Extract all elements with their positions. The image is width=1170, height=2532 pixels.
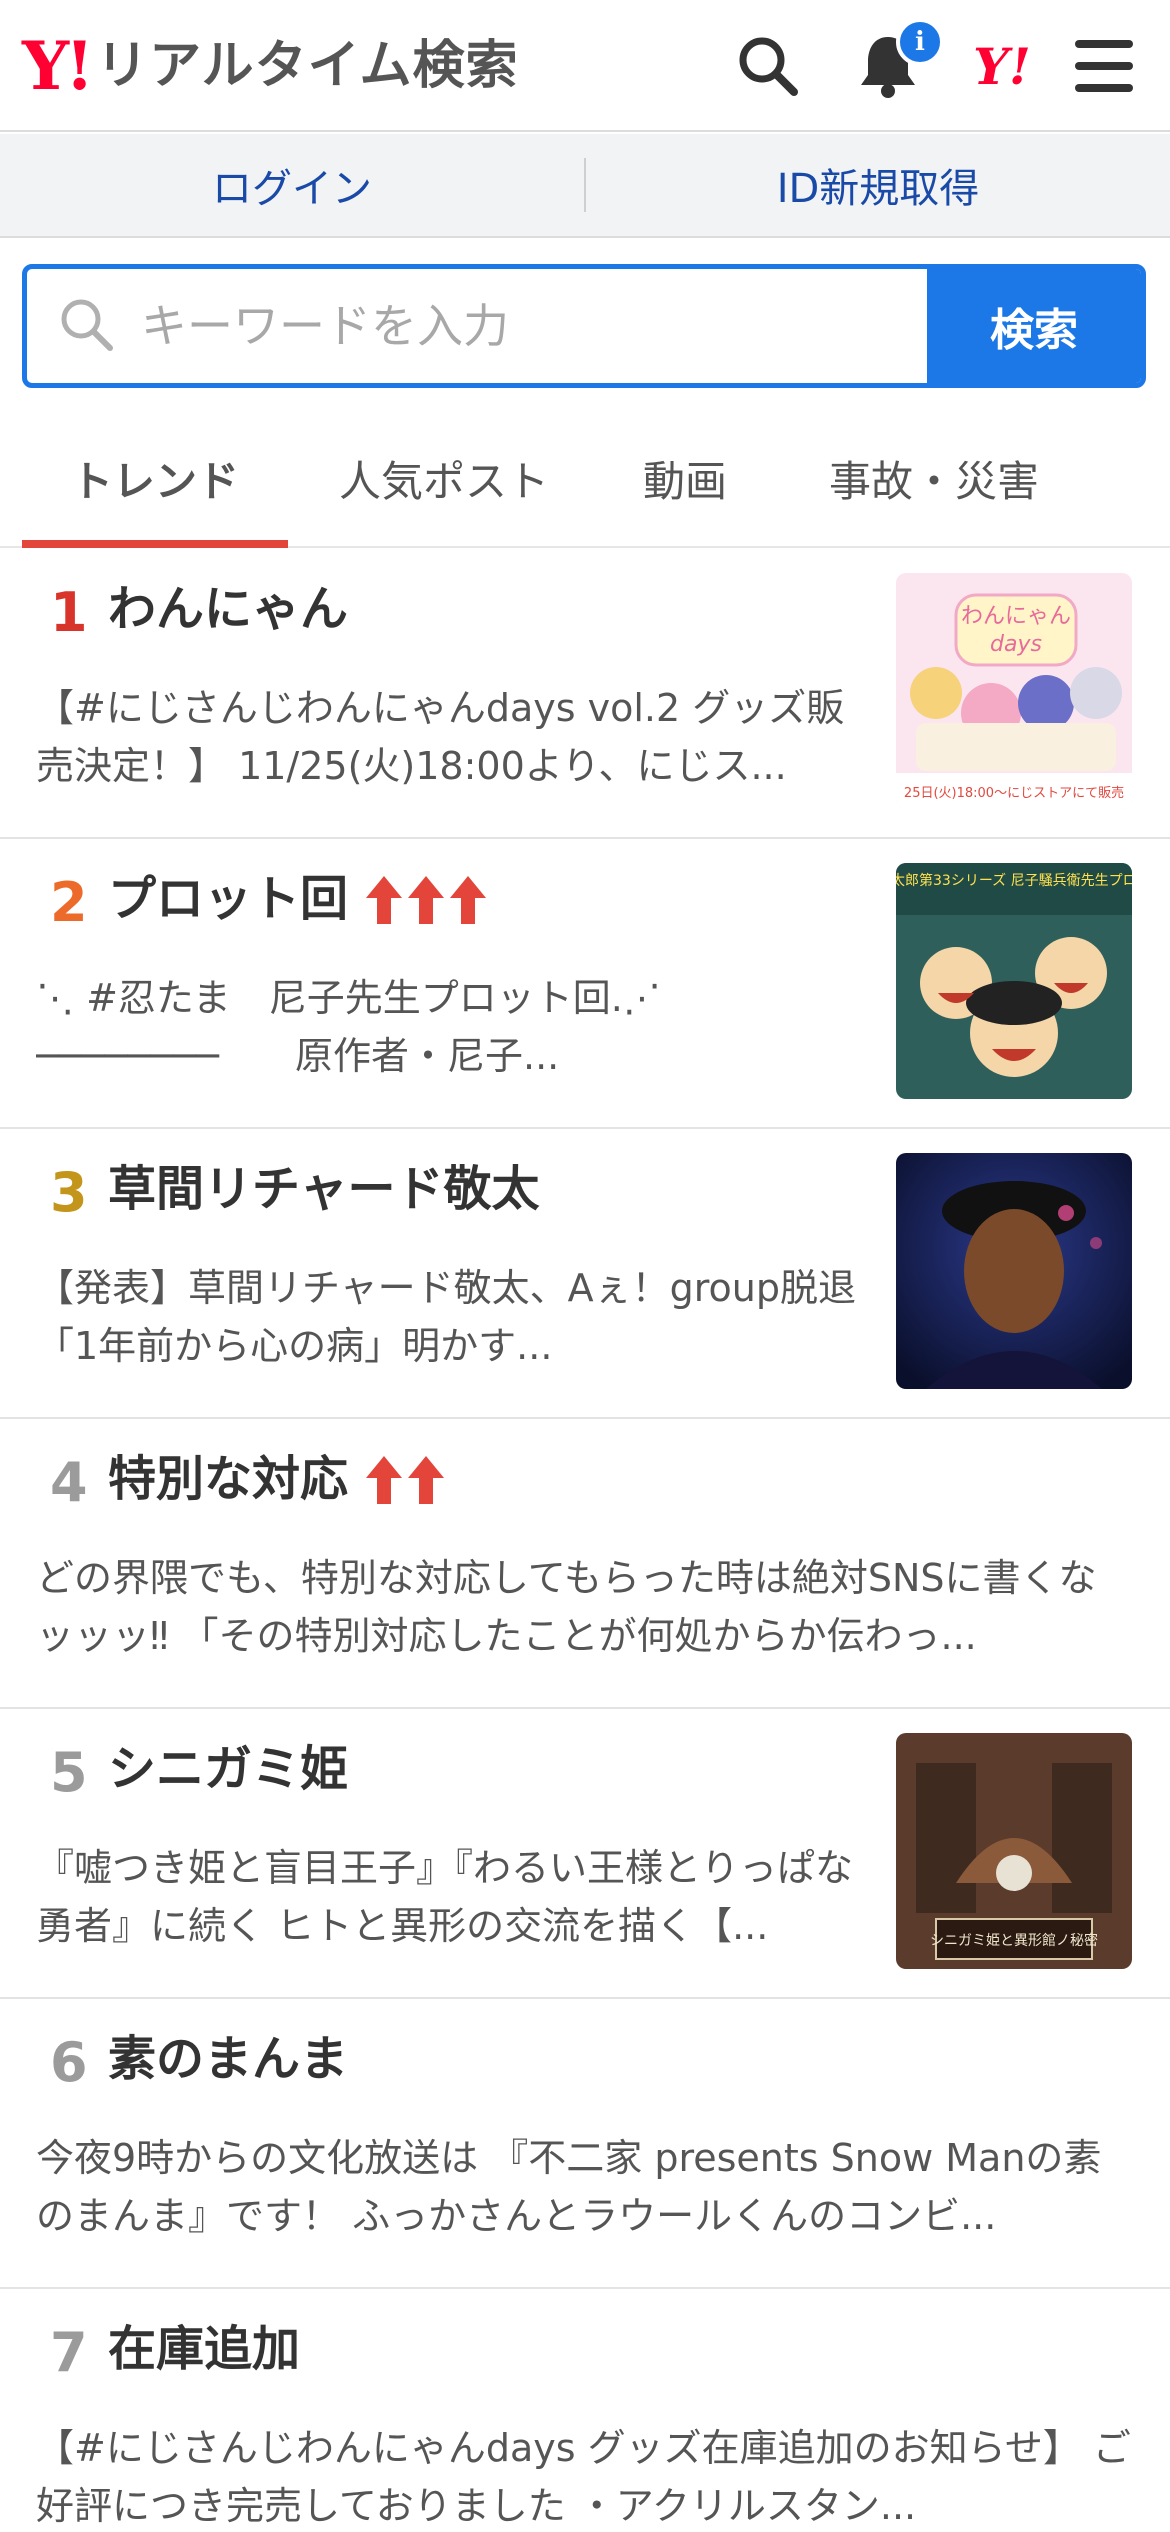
trend-item[interactable]: 7 在庫追加 【#にじさんじわんにゃんdays グッズ在庫追加のお知らせ】 ご好… [0, 2289, 1170, 2532]
search-field-container [27, 269, 927, 383]
thumbnail-caption: 忍たま乱太郎第33シリーズ 尼子騒兵衛先生プロット企画 [896, 872, 1132, 889]
trend-description: 今夜9時からの文化放送は 『不二家 presents Snow Manの素のまん… [36, 2136, 1102, 2238]
trend-item[interactable]: 1 わんにゃん 【#にじさんじわんにゃんdays vol.2 グッズ販売決定！】… [0, 549, 1170, 839]
yahoo-japan-icon[interactable]: Y! [960, 24, 1044, 108]
svg-text:days: days [990, 632, 1042, 657]
trend-keyword: わんにゃん [108, 581, 348, 639]
yahoo-realtime-logo[interactable]: Y! リアルタイム検索 [22, 30, 519, 102]
login-bar: ログイン ID新規取得 [0, 134, 1170, 238]
trend-item[interactable]: 2 プロット回 ⋱ #忍たま 尼子先生プロット回.⋰ ──────── 原作者・… [0, 839, 1170, 1129]
trend-keyword: 在庫追加 [108, 2321, 300, 2379]
search-icon[interactable] [726, 24, 810, 108]
trend-thumbnail[interactable]: シニガミ姫と異形館ノ秘密 [896, 1733, 1132, 1969]
logo-title: リアルタイム検索 [96, 36, 519, 96]
trend-description: 【発表】草間リチャード敬太、Aぇ！group脱退 「1年前から心の病」明かす..… [36, 1266, 856, 1368]
up-arrow-icon [408, 875, 445, 924]
bell-icon[interactable]: i [846, 18, 944, 108]
trend-keyword: 草間リチャード敬太 [108, 1161, 540, 1219]
up-arrow-icon [450, 875, 487, 924]
yahoo-logo-mark: Y! [22, 27, 94, 105]
search-input[interactable] [141, 299, 861, 353]
up-arrow-icon [408, 1455, 445, 1504]
trend-rank: 6 [50, 2031, 88, 2094]
trend-description: ⋱ #忍たま 尼子先生プロット回.⋰ ──────── 原作者・尼子... [36, 976, 813, 1078]
trend-thumbnail[interactable] [896, 1153, 1132, 1389]
rising-arrows [364, 1454, 446, 1506]
app-header: Y! リアルタイム検索 i Y! [0, 0, 1170, 132]
trend-keyword: プロット回 [108, 871, 488, 929]
up-arrow-icon [366, 875, 403, 924]
trend-keyword: 特別な対応 [108, 1451, 446, 1509]
trend-thumbnail[interactable]: 忍たま乱太郎第33シリーズ 尼子騒兵衛先生プロット企画 [896, 863, 1132, 1099]
tab-popular-posts[interactable]: 人気ポスト [294, 410, 594, 546]
trend-rank: 5 [50, 1741, 88, 1804]
trend-description: 『嘘つき姫と盲目王子』『わるい王様とりっぱな勇者』に続く ヒトと異形の交流を描く… [36, 1846, 854, 1948]
trend-keyword-text: 草間リチャード敬太 [108, 1161, 540, 1217]
trend-keyword: シニガミ姫 [108, 1741, 348, 1799]
trend-rank: 2 [50, 871, 88, 934]
trend-item[interactable]: 4 特別な対応 どの界隈でも、特別な対応してもらった時は絶対SNSに書くなッッッ… [0, 1419, 1170, 1709]
tab-trend[interactable]: トレンド [22, 410, 288, 548]
notification-badge: i [896, 18, 944, 66]
trend-thumbnail[interactable]: わんにゃん days 25日(火)18:00〜にじストアにて販売 [896, 573, 1132, 809]
trend-list: 1 わんにゃん 【#にじさんじわんにゃんdays vol.2 グッズ販売決定！】… [0, 549, 1170, 2532]
trend-item[interactable]: 5 シニガミ姫 『嘘つき姫と盲目王子』『わるい王様とりっぱな勇者』に続く ヒトと… [0, 1709, 1170, 1999]
trend-keyword: 素のまんま [108, 2031, 348, 2089]
trend-keyword-text: シニガミ姫 [108, 1741, 349, 1797]
search-button[interactable]: 検索 [927, 269, 1141, 383]
trend-rank: 1 [50, 581, 88, 644]
trend-item[interactable]: 6 素のまんま 今夜9時からの文化放送は 『不二家 presents Snow … [0, 1999, 1170, 2289]
search-field-icon [57, 295, 115, 357]
trend-rank: 4 [50, 1451, 88, 1514]
trend-description: 【#にじさんじわんにゃんdays vol.2 グッズ販売決定！】 11/25(火… [36, 686, 845, 788]
trend-keyword-text: 素のまんま [108, 2031, 349, 2087]
trend-keyword-text: 特別な対応 [108, 1451, 349, 1507]
trend-keyword-text: 在庫追加 [108, 2321, 301, 2377]
trend-keyword-text: わんにゃん [108, 581, 349, 637]
yahoo-japan-mark: Y! [973, 36, 1031, 96]
tab-videos[interactable]: 動画 [600, 410, 770, 546]
category-tabs: トレンド 人気ポスト 動画 事故・災害 [0, 410, 1170, 548]
trend-description: 【#にじさんじわんにゃんdays グッズ在庫追加のお知らせ】 ご好評につき完売し… [36, 2426, 1131, 2528]
trend-item[interactable]: 3 草間リチャード敬太 【発表】草間リチャード敬太、Aぇ！group脱退 「1年… [0, 1129, 1170, 1419]
trend-rank: 7 [50, 2321, 88, 2384]
login-link[interactable]: ログイン [0, 134, 584, 236]
trend-rank: 3 [50, 1161, 88, 1224]
svg-text:わんにゃん: わんにゃん [961, 604, 1071, 629]
trend-description: どの界隈でも、特別な対応してもらった時は絶対SNSに書くなッッッ‼︎︎ 「その特… [36, 1556, 1097, 1658]
thumbnail-caption: 25日(火)18:00〜にじストアにて販売 [904, 785, 1124, 801]
up-arrow-icon [366, 1455, 403, 1504]
search-box: 検索 [22, 264, 1146, 388]
tab-accidents-disasters[interactable]: 事故・災害 [784, 410, 1084, 546]
thumbnail-caption: シニガミ姫と異形館ノ秘密 [930, 1932, 1098, 1949]
rising-arrows [364, 874, 488, 926]
register-link[interactable]: ID新規取得 [586, 134, 1170, 236]
hamburger-menu-icon[interactable] [1062, 24, 1146, 108]
trend-keyword-text: プロット回 [108, 871, 349, 927]
